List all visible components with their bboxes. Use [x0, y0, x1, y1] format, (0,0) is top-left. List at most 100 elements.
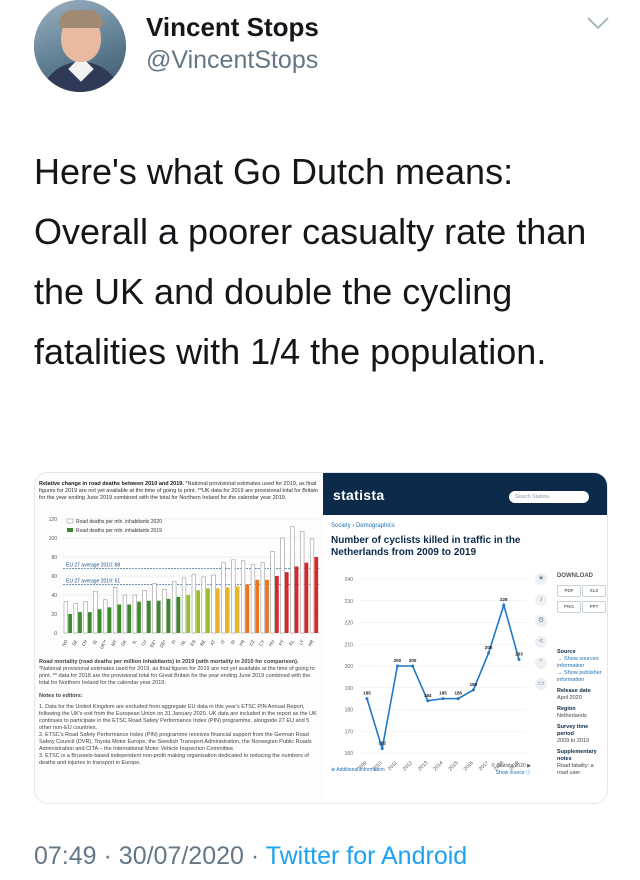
star-icon: ★: [535, 573, 547, 585]
bar-2019: [156, 600, 161, 633]
data-point: [380, 747, 384, 751]
notes-caption-rest: *National provisional estimates used for…: [39, 666, 315, 686]
tweet-time[interactable]: 07:49: [34, 842, 97, 870]
x-tick-label: NL: [180, 639, 187, 647]
bar-2019: [186, 595, 191, 633]
x-tick-label: MT: [110, 639, 118, 647]
show-source-link: Show source ⓘ: [495, 770, 531, 776]
etsc-report-image: Relative change in road deaths between 2…: [35, 473, 323, 803]
statista-topbar: statista Search Statista: [323, 473, 607, 515]
statista-logo: statista: [333, 487, 385, 503]
statista-side-info: Source → Show sources information → Show…: [557, 645, 605, 777]
download-pdf-button: PDF: [557, 585, 581, 597]
legend-swatch-2010: [66, 518, 74, 524]
tweet-date[interactable]: 30/07/2020: [119, 842, 244, 870]
note-item: 3. ETSC is a Brussels-based independent …: [39, 753, 309, 766]
bar-2010: [250, 564, 256, 634]
bar-2010: [260, 562, 265, 634]
tweet-timestamp[interactable]: 07:49 · 30/07/2020 · Twitter for Android: [34, 842, 467, 871]
avatar[interactable]: [34, 0, 126, 92]
tweet-source-link[interactable]: Twitter for Android: [266, 842, 467, 870]
bar-2010: [280, 537, 285, 634]
notes-caption-bold: Road mortality (road deaths per million …: [39, 659, 299, 665]
bar-2019: [265, 579, 269, 633]
data-point: [441, 697, 445, 701]
data-point: [471, 688, 475, 692]
x-tick-label: EL: [288, 639, 295, 647]
road-deaths-bar-chart: 0 20 40 60 80 100 120 Road deaths per mln. inha…: [49, 517, 319, 650]
x-tick-label: LU: [140, 639, 147, 646]
tweet-media[interactable]: Relative change in road deaths between 2…: [34, 472, 608, 804]
y-tick-label: 60: [51, 574, 57, 580]
data-label: 185: [363, 691, 371, 696]
print-icon: ▭: [535, 678, 547, 690]
y-tick-label: 0: [54, 631, 57, 637]
y-tick-label: 170: [345, 729, 354, 735]
period-value: 2009 to 2019: [557, 738, 590, 744]
bar-2010: [112, 587, 118, 634]
y-tick-label: 100: [49, 536, 58, 542]
statista-toolbar: ★ ♪ ⚙ < “ ▭: [535, 573, 549, 699]
x-tick-label: CZ: [248, 639, 255, 647]
bar-2010: [309, 538, 315, 634]
x-tick-label: IT: [220, 639, 226, 645]
y-tick-label: 180: [345, 708, 354, 714]
x-tick-label: NO: [61, 639, 69, 648]
author-name[interactable]: Vincent Stops: [146, 12, 319, 43]
bar-2010: [300, 531, 305, 634]
statista-screenshot: statista Search Statista Society › Demog…: [323, 473, 607, 803]
x-tick-label: HR: [307, 638, 315, 647]
x-tick-label: HU: [268, 639, 276, 647]
bar-2010: [162, 589, 167, 634]
etsc-caption-bold: Relative change in road deaths between 2…: [39, 481, 184, 487]
data-label: 189: [470, 682, 478, 687]
x-tick-label: IE: [92, 639, 98, 645]
supp-heading: Supplementary notes: [557, 749, 597, 762]
breadcrumb: Society › Demographics: [331, 523, 395, 529]
data-label: 162: [378, 741, 386, 746]
separator: ·: [250, 842, 260, 870]
bar-2019: [225, 587, 230, 633]
statista-chart-title: Number of cyclists killed in traffic in …: [331, 535, 521, 558]
data-point: [365, 697, 369, 701]
bar-2019: [68, 614, 72, 633]
x-tick-label: DK: [120, 639, 127, 647]
bar-2019: [245, 584, 250, 633]
x-tick-label: 2012: [402, 760, 414, 772]
chevron-down-icon[interactable]: [586, 16, 610, 32]
x-tick-label: EE*: [149, 639, 157, 648]
bar-2010: [181, 577, 187, 634]
data-point: [411, 664, 415, 668]
data-point: [456, 697, 460, 701]
legend-label: Road deaths per mln. inhabitants 2020: [76, 519, 162, 525]
bar-2010: [103, 599, 108, 634]
x-tick-label: 2014: [432, 760, 444, 772]
data-label: 184: [424, 693, 432, 698]
data-label: 206: [485, 645, 493, 650]
bar-2010: [231, 559, 236, 634]
download-png-button: PNG: [557, 601, 581, 613]
data-point: [502, 603, 506, 607]
bar-2019: [206, 588, 210, 633]
data-label: 200: [409, 658, 417, 663]
period-heading: Survey time period: [557, 724, 589, 737]
x-tick-label: AT: [209, 639, 216, 646]
etsc-notes: Road mortality (road deaths per million …: [39, 659, 319, 767]
bar-2010: [142, 590, 147, 634]
x-tick-label: UK**: [99, 639, 108, 650]
bar-2010: [83, 601, 88, 634]
bar-2010: [290, 526, 295, 634]
region-value: Netherlands: [557, 713, 587, 719]
bar-2010: [63, 601, 68, 634]
legend-label: Road deaths per mln. inhabitants 2019: [76, 528, 162, 534]
bell-icon: ♪: [535, 594, 547, 606]
download-ppt-button: PPT: [582, 601, 606, 613]
bar-2019: [314, 557, 319, 633]
average-label: EU 27 average 2010: 68: [66, 562, 120, 568]
author-handle[interactable]: @VincentStops: [146, 46, 318, 75]
x-tick-label: 2015: [448, 760, 460, 772]
bar-2019: [176, 596, 181, 633]
data-point: [517, 657, 521, 661]
data-point: [395, 664, 399, 668]
y-tick-label: 120: [49, 517, 58, 523]
